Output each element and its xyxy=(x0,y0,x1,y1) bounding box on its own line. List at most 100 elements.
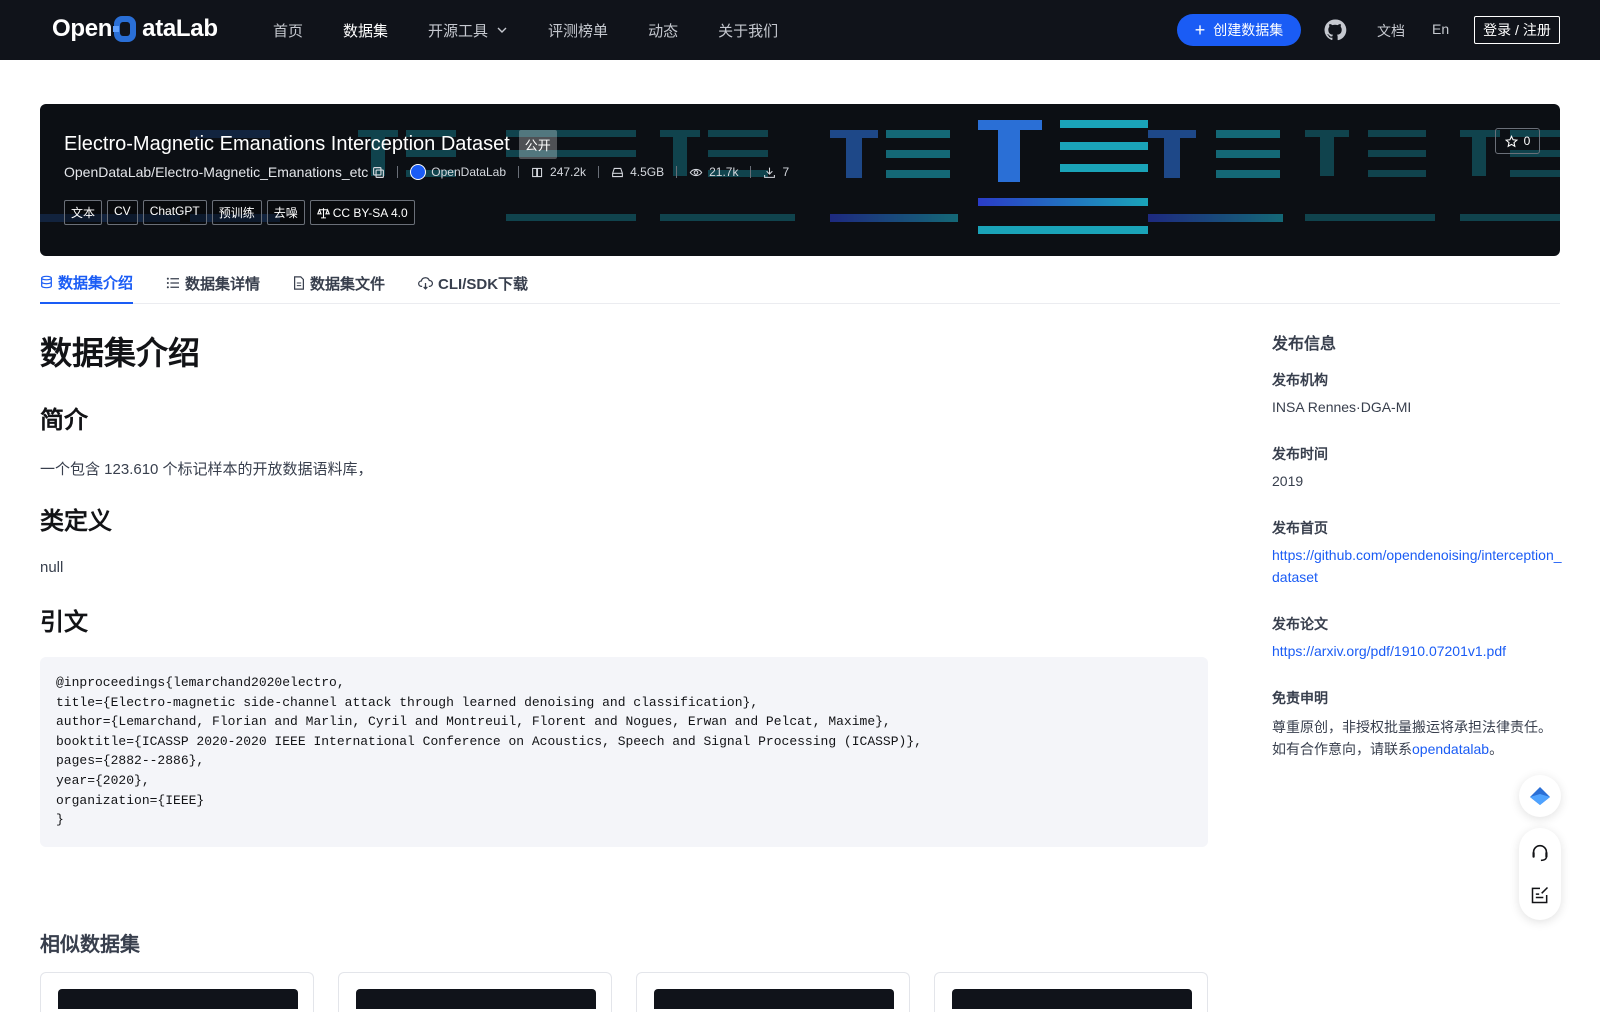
divider xyxy=(518,166,520,178)
publish-time-value: 2019 xyxy=(1272,473,1304,489)
divider xyxy=(397,166,399,178)
star-button[interactable]: 0 xyxy=(1495,128,1540,154)
paper-label: 发布论文 xyxy=(1272,616,1328,632)
tag[interactable]: 去噪 xyxy=(266,200,305,225)
citation-code-block: @inproceedings{lemarchand2020electro, ti… xyxy=(40,657,1208,847)
license-label: CC BY-SA 4.0 xyxy=(332,205,408,220)
publish-info-title: 发布信息 xyxy=(1272,336,1337,353)
similar-dataset-card[interactable] xyxy=(40,972,314,1012)
nav-leaderboard[interactable]: 评测榜单 xyxy=(548,20,608,41)
opendatalab-logo[interactable]: Open ataLab xyxy=(52,14,218,44)
tag[interactable]: CV xyxy=(107,200,138,225)
edit-note-icon xyxy=(1531,886,1549,904)
card-thumbnail xyxy=(58,989,298,1009)
paper-plane-icon xyxy=(1530,787,1550,805)
publisher-name: OpenDataLab xyxy=(431,165,507,179)
create-dataset-button[interactable]: + 创建数据集 xyxy=(1177,14,1301,46)
similar-dataset-card[interactable] xyxy=(934,972,1208,1012)
download-icon xyxy=(764,167,776,178)
intro-text: 一个包含 123.610 个标记样本的开放数据语料库， xyxy=(40,461,373,478)
homepage-link[interactable]: https://github.com/opendenoising/interce… xyxy=(1272,544,1562,588)
nav-news[interactable]: 动态 xyxy=(648,20,678,41)
tab-cli-sdk-label: CLI/SDK下载 xyxy=(438,275,529,293)
paper-link[interactable]: https://arxiv.org/pdf/1910.07201v1.pdf xyxy=(1272,640,1562,662)
tab-cli-sdk[interactable]: CLI/SDK下载 xyxy=(418,262,528,304)
contact-link[interactable]: opendatalab xyxy=(1412,741,1489,757)
disclaimer-line-2: 如有合作意向，请联系opendatalab。 xyxy=(1272,738,1562,760)
nav-open-tools[interactable]: 开源工具 xyxy=(428,20,508,41)
publisher-org-value: INSA Rennes·DGA-MI xyxy=(1272,399,1412,415)
dataset-title-row: Electro-Magnetic Emanations Interception… xyxy=(64,130,557,159)
feishu-float-button[interactable] xyxy=(1519,775,1561,817)
disclaimer-label: 免责申明 xyxy=(1272,690,1328,706)
dataset-banner: Electro-Magnetic Emanations Interception… xyxy=(40,104,1560,256)
view-count: 21.7k xyxy=(689,165,738,179)
section-heading-citation: 引文 xyxy=(40,609,88,636)
cloud-download-icon xyxy=(418,277,434,290)
divider xyxy=(750,166,752,178)
card-thumbnail xyxy=(952,989,1192,1009)
nav-datasets[interactable]: 数据集 xyxy=(343,20,388,41)
similar-dataset-card[interactable] xyxy=(338,972,612,1012)
file-count: 247.2k xyxy=(531,165,586,179)
tab-files-label: 数据集文件 xyxy=(310,275,386,293)
star-icon xyxy=(1504,134,1518,147)
view-count-value: 21.7k xyxy=(709,165,739,179)
scale-icon xyxy=(316,207,330,218)
dataset-tabs: 数据集介绍 数据集详情 数据集文件 CLI/SDK下载 xyxy=(40,262,1560,304)
license-tag[interactable]: CC BY-SA 4.0 xyxy=(309,200,415,225)
customer-service-button[interactable] xyxy=(1519,832,1561,874)
tab-details-label: 数据集详情 xyxy=(185,275,261,293)
homepage-label: 发布首页 xyxy=(1272,520,1328,536)
nav-open-tools-label: 开源工具 xyxy=(428,22,489,40)
tag[interactable]: 预训练 xyxy=(211,200,262,225)
dataset-meta-row: OpenDataLab/Electro-Magnetic_Emanations_… xyxy=(64,164,789,180)
tab-details[interactable]: 数据集详情 xyxy=(166,262,260,304)
language-switch[interactable]: En xyxy=(1432,21,1449,37)
hard-drive-icon xyxy=(612,167,623,177)
similar-dataset-card[interactable] xyxy=(636,972,910,1012)
copy-icon[interactable] xyxy=(372,166,385,179)
tag[interactable]: ChatGPT xyxy=(142,200,207,225)
feedback-button[interactable] xyxy=(1519,874,1561,916)
similar-datasets-heading: 相似数据集 xyxy=(40,934,140,956)
dataset-size: 4.5GB xyxy=(611,165,664,179)
divider xyxy=(676,166,678,178)
dataset-path: OpenDataLab/Electro-Magnetic_Emanations_… xyxy=(64,164,369,180)
top-navbar: Open ataLab 首页 数据集 开源工具 评测榜单 动态 关于我们 + 创… xyxy=(0,0,1600,60)
list-icon xyxy=(166,277,180,289)
star-count: 0 xyxy=(1523,134,1531,148)
disclaimer-line-1: 尊重原创，非授权批量搬运将承担法律责任。 xyxy=(1272,719,1552,735)
file-icon xyxy=(294,276,305,290)
publish-time-label: 发布时间 xyxy=(1272,446,1328,462)
tag[interactable]: 文本 xyxy=(64,200,103,225)
database-icon xyxy=(41,275,52,289)
card-thumbnail xyxy=(356,989,596,1009)
tab-files[interactable]: 数据集文件 xyxy=(293,262,385,304)
create-dataset-label: 创建数据集 xyxy=(1213,22,1284,38)
download-count: 7 xyxy=(763,165,789,179)
logo-text-atalab: ataLab xyxy=(142,15,218,42)
download-count-value: 7 xyxy=(782,165,790,179)
plus-icon: + xyxy=(1194,20,1206,40)
divider xyxy=(598,166,600,178)
login-register-button[interactable]: 登录 / 注册 xyxy=(1474,16,1560,44)
tab-intro[interactable]: 数据集介绍 xyxy=(40,262,134,304)
nav-docs[interactable]: 文档 xyxy=(1377,21,1405,41)
nav-about[interactable]: 关于我们 xyxy=(718,20,778,41)
nav-home[interactable]: 首页 xyxy=(273,20,303,41)
disclaimer-suffix: 。 xyxy=(1489,741,1504,757)
floating-toolbar xyxy=(1519,828,1561,920)
github-icon[interactable] xyxy=(1323,18,1347,42)
visibility-badge: 公开 xyxy=(518,130,557,159)
dataset-title: Electro-Magnetic Emanations Interception… xyxy=(64,133,510,155)
eye-icon xyxy=(689,168,703,176)
publisher-org-label: 发布机构 xyxy=(1272,372,1328,388)
file-count-value: 247.2k xyxy=(550,165,587,179)
dataset-size-value: 4.5GB xyxy=(630,165,665,179)
card-thumbnail xyxy=(654,989,894,1009)
org-avatar xyxy=(410,164,427,180)
logo-d-icon xyxy=(113,14,141,44)
publisher[interactable]: OpenDataLab xyxy=(410,164,506,180)
chevron-down-icon xyxy=(497,27,507,33)
